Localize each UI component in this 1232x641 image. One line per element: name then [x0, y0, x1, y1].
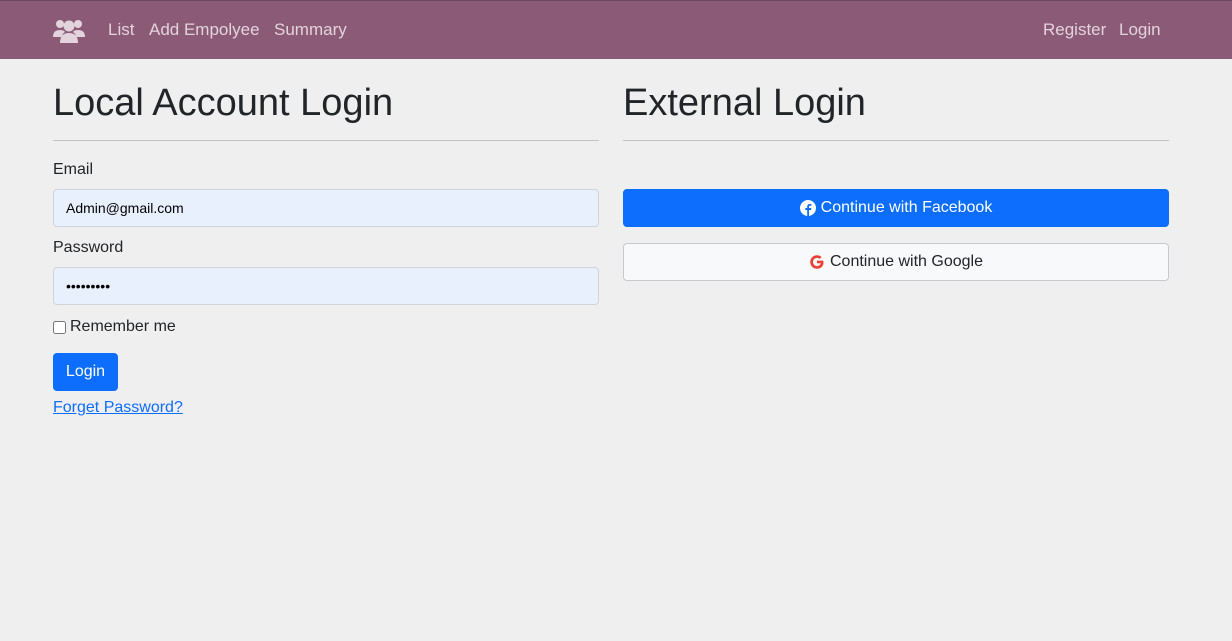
remember-me-label: Remember me: [70, 318, 176, 335]
local-login-title: Local Account Login: [53, 82, 394, 124]
forgot-password-link[interactable]: Forget Password?: [53, 398, 183, 418]
facebook-icon: [799, 200, 816, 216]
remember-me-row: Remember me: [53, 317, 176, 337]
main-content: Local Account Login Email Password Remem…: [0, 59, 1232, 641]
remember-me-checkbox[interactable]: [53, 320, 66, 334]
password-label: Password: [53, 239, 124, 256]
nav-login[interactable]: Login: [1119, 20, 1161, 40]
password-field[interactable]: [53, 267, 599, 305]
external-login-title: External Login: [623, 82, 866, 124]
google-icon: [809, 254, 825, 270]
nav-list[interactable]: List: [108, 20, 134, 40]
nav-add-employee[interactable]: Add Empolyee: [149, 20, 260, 40]
email-label: Email: [53, 161, 94, 178]
facebook-login-button[interactable]: Continue with Facebook: [623, 189, 1169, 227]
nav-register[interactable]: Register: [1043, 20, 1106, 40]
divider: [53, 140, 599, 141]
nav-summary[interactable]: Summary: [274, 20, 347, 40]
google-button-label: Continue with Google: [830, 253, 983, 270]
divider: [623, 140, 1169, 141]
users-icon[interactable]: [52, 15, 86, 45]
login-button[interactable]: Login: [53, 353, 118, 391]
email-field[interactable]: [53, 189, 599, 227]
navbar: List Add Empolyee Summary Register Login: [0, 0, 1232, 59]
facebook-button-label: Continue with Facebook: [820, 199, 993, 216]
google-login-button[interactable]: Continue with Google: [623, 243, 1169, 281]
